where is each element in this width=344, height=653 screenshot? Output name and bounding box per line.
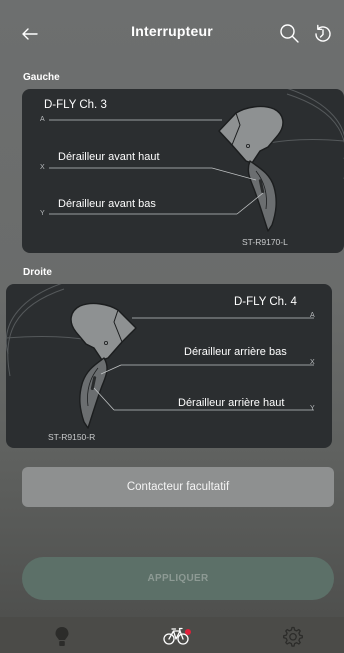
axis-label-x: X	[40, 164, 45, 171]
switch-label-x: Dérailleur arrière bas	[184, 346, 287, 358]
bottom-nav	[0, 617, 344, 653]
axis-label-y: Y	[310, 405, 315, 412]
left-switch-card[interactable]: A X Y D-FLY Ch. 3 Dérailleur avant haut …	[22, 89, 344, 253]
page-title: Interrupteur	[131, 23, 213, 39]
apply-button[interactable]: APPLIQUER	[22, 557, 334, 600]
switch-label-y: Dérailleur avant bas	[58, 198, 156, 210]
switch-label-x: Dérailleur avant haut	[58, 151, 160, 163]
section-label-left: Gauche	[23, 72, 60, 83]
axis-label-a: A	[310, 312, 315, 319]
notification-dot	[185, 629, 191, 635]
back-arrow-icon[interactable]	[18, 22, 42, 46]
right-lever-illustration	[6, 284, 314, 429]
optional-switch-button[interactable]: Contacteur facultatif	[22, 467, 334, 507]
switch-label-a: D-FLY Ch. 3	[44, 99, 107, 111]
axis-label-x: X	[310, 359, 315, 366]
switch-label-a: D-FLY Ch. 4	[234, 296, 297, 308]
bike-icon[interactable]	[161, 621, 191, 651]
gear-icon[interactable]	[277, 621, 307, 651]
axis-label-y: Y	[40, 210, 45, 217]
switch-label-y: Dérailleur arrière haut	[178, 397, 285, 409]
right-switch-card[interactable]: A X Y D-FLY Ch. 4 Dérailleur arrière bas…	[6, 284, 332, 448]
top-bar: Interrupteur	[0, 0, 344, 66]
left-lever-illustration	[49, 89, 344, 232]
lever-model-right: ST-R9150-R	[48, 432, 96, 442]
section-label-right: Droite	[23, 267, 52, 278]
bulb-icon[interactable]	[47, 621, 77, 651]
axis-label-a: A	[40, 116, 45, 123]
search-icon[interactable]	[278, 22, 300, 44]
history-icon[interactable]	[311, 22, 335, 46]
lever-model-left: ST-R9170-L	[242, 237, 288, 247]
